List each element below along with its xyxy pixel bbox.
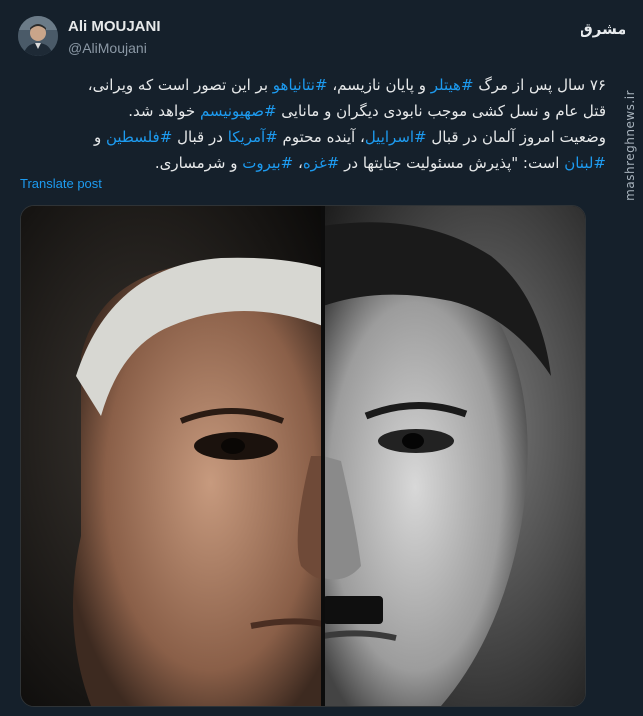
text-segment: ، آینده محتوم [277,128,365,146]
mashregh-logo: مشرق [579,6,626,50]
text-segment: وضعیت امروز آلمان در قبال [426,128,606,146]
text-segment: ، [293,154,303,172]
hashtag-netanyahu[interactable]: #نتانیاهو [273,76,328,94]
hashtag-zionism[interactable]: #صهیونیسم [200,102,277,120]
hashtag-hitler[interactable]: #هیتلر [431,76,474,94]
split-portrait-image [21,206,585,706]
tweet-line-1: ۷۶ سال پس از مرگ #هیتلر و پایان نازیسم، … [20,72,606,98]
avatar[interactable] [18,16,58,56]
hashtag-israel[interactable]: #اسراییل [365,128,427,146]
text-segment: در قبال [172,128,228,146]
logo-text: مشرق [581,20,625,38]
avatar-image [18,16,58,56]
tweet-line-2: قتل عام و نسل کشی موجب نابودی دیگران و م… [20,98,606,124]
text-segment: و شرمساری. [154,154,243,172]
hashtag-lebanon[interactable]: #لبنان [564,154,606,172]
text-segment: خواهد شد. [128,102,200,120]
text-segment: و پایان نازیسم، [327,76,431,94]
translate-post-link[interactable]: Translate post [20,176,102,191]
tweet-text: ۷۶ سال پس از مرگ #هیتلر و پایان نازیسم، … [20,72,606,176]
hashtag-america[interactable]: #آمریکا [228,128,278,146]
text-segment: است: "پذیرش مسئولیت جنایتها در [339,154,565,172]
tweet-card: Ali MOUJANI @AliMoujani مشرق mashreghnew… [0,0,643,716]
hashtag-gaza[interactable]: #غزه [303,154,340,172]
watermark-text: mashreghnews.ir [623,89,637,201]
hashtag-palestine[interactable]: #فلسطین [106,128,172,146]
site-watermark: mashreghnews.ir [619,70,641,220]
tweet-line-3: وضعیت امروز آلمان در قبال #اسراییل، آیند… [20,124,606,150]
text-segment: و [93,128,106,146]
author-display-name[interactable]: Ali MOUJANI [68,18,161,35]
text-segment: بر این تصور است که ویرانی، [87,76,273,94]
hashtag-beirut[interactable]: #بیروت [242,154,293,172]
tweet-media-image[interactable] [20,205,586,707]
text-segment: قتل عام و نسل کشی موجب نابودی دیگران و م… [276,102,606,120]
tweet-line-4: #لبنان است: "پذیرش مسئولیت جنایتها در #غ… [20,150,606,176]
text-segment: ۷۶ سال پس از مرگ [473,76,606,94]
author-handle[interactable]: @AliMoujani [68,40,147,56]
